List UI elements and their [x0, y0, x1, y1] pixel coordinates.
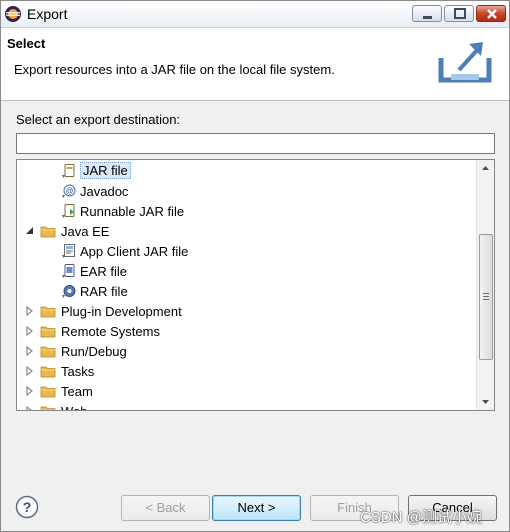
close-icon — [487, 9, 497, 19]
tree-item-label: Team — [61, 384, 93, 399]
scroll-down-arrow-icon[interactable] — [477, 393, 494, 410]
tree-item[interactable]: Run/Debug — [17, 341, 477, 361]
close-button[interactable] — [476, 5, 506, 22]
collapsed-arrow-icon[interactable] — [25, 366, 35, 376]
rar-file-icon — [62, 285, 76, 298]
folder-icon — [40, 326, 56, 338]
minimize-button[interactable] — [412, 5, 442, 22]
collapsed-arrow-icon[interactable] — [25, 406, 35, 411]
tree-item[interactable]: EAR file — [17, 261, 477, 281]
collapsed-arrow-icon[interactable] — [25, 326, 35, 336]
scroll-up-arrow-icon[interactable] — [477, 160, 494, 177]
tree-item-label: App Client JAR file — [80, 244, 189, 259]
page-title: Select — [7, 36, 46, 51]
tree-item-label: JAR file — [80, 162, 131, 179]
tree-item-label: EAR file — [80, 264, 127, 279]
tree-item[interactable]: Runnable JAR file — [17, 201, 477, 221]
export-dialog: Export Select Export resources into a JA… — [0, 0, 510, 532]
javadoc-icon: @ — [62, 184, 76, 198]
folder-icon — [40, 346, 56, 358]
folder-icon — [40, 386, 56, 398]
csdn-watermark: CSDN @测试小婉 — [360, 509, 482, 526]
ear-file-icon — [62, 264, 75, 278]
tree-item[interactable]: RAR file — [17, 281, 477, 301]
tree-scrollbar[interactable] — [476, 160, 494, 410]
jar-file-icon — [62, 164, 75, 178]
wizard-banner: Select Export resources into a JAR file … — [1, 28, 509, 101]
expanded-arrow-icon[interactable] — [25, 226, 35, 236]
export-destination-tree[interactable]: JAR file @ Javadoc Runnable JAR file Java EE… — [16, 159, 495, 411]
folder-icon — [40, 366, 56, 378]
tree-item[interactable]: @ Javadoc — [17, 181, 477, 201]
tree-item-label: RAR file — [80, 284, 128, 299]
svg-text:?: ? — [23, 499, 32, 515]
tree-item-label: Java EE — [61, 224, 110, 239]
collapsed-arrow-icon[interactable] — [25, 306, 35, 316]
tree-item[interactable]: Web — [17, 401, 477, 411]
scroll-grip-icon — [483, 293, 489, 300]
scroll-thumb[interactable] — [479, 234, 493, 360]
tree-item-label: Javadoc — [80, 184, 129, 199]
folder-icon — [40, 406, 56, 410]
tree-item[interactable]: Remote Systems — [17, 321, 477, 341]
tree-item[interactable]: Java EE — [17, 221, 477, 241]
next-button[interactable]: Next > — [212, 495, 301, 521]
destination-label: Select an export destination: — [16, 112, 181, 127]
title-bar[interactable]: Export — [1, 1, 509, 28]
runnable-jar-icon — [62, 204, 75, 218]
collapsed-arrow-icon[interactable] — [25, 346, 35, 356]
help-icon[interactable]: ? — [15, 495, 39, 519]
minimize-icon — [423, 16, 432, 19]
filter-input[interactable] — [16, 133, 495, 154]
tree-item[interactable]: Tasks — [17, 361, 477, 381]
tree-item[interactable]: JAR file — [17, 161, 477, 181]
tree-item-label: Web — [61, 404, 88, 410]
tree-item[interactable]: Team — [17, 381, 477, 401]
svg-text:@: @ — [65, 187, 73, 196]
maximize-button[interactable] — [444, 5, 474, 22]
folder-icon — [40, 306, 56, 318]
tree-item-label: Tasks — [61, 364, 95, 379]
eclipse-app-icon — [5, 6, 21, 22]
tree-item[interactable]: Plug-in Development — [17, 301, 477, 321]
tree-item-label: Remote Systems — [61, 324, 160, 339]
tree-item-label: Plug-in Development — [61, 304, 182, 319]
tree-item[interactable]: App Client JAR file — [17, 241, 477, 261]
back-button[interactable]: < Back — [121, 495, 210, 521]
tree-item-label: Runnable JAR file — [80, 204, 185, 219]
export-wizard-icon — [438, 42, 492, 83]
tree-item-label: Run/Debug — [61, 344, 127, 359]
app-client-jar-icon — [62, 244, 75, 258]
folder-icon — [40, 226, 56, 238]
page-description: Export resources into a JAR file on the … — [14, 62, 335, 77]
window-title: Export — [27, 6, 68, 22]
maximize-icon — [454, 8, 466, 19]
collapsed-arrow-icon[interactable] — [25, 386, 35, 396]
